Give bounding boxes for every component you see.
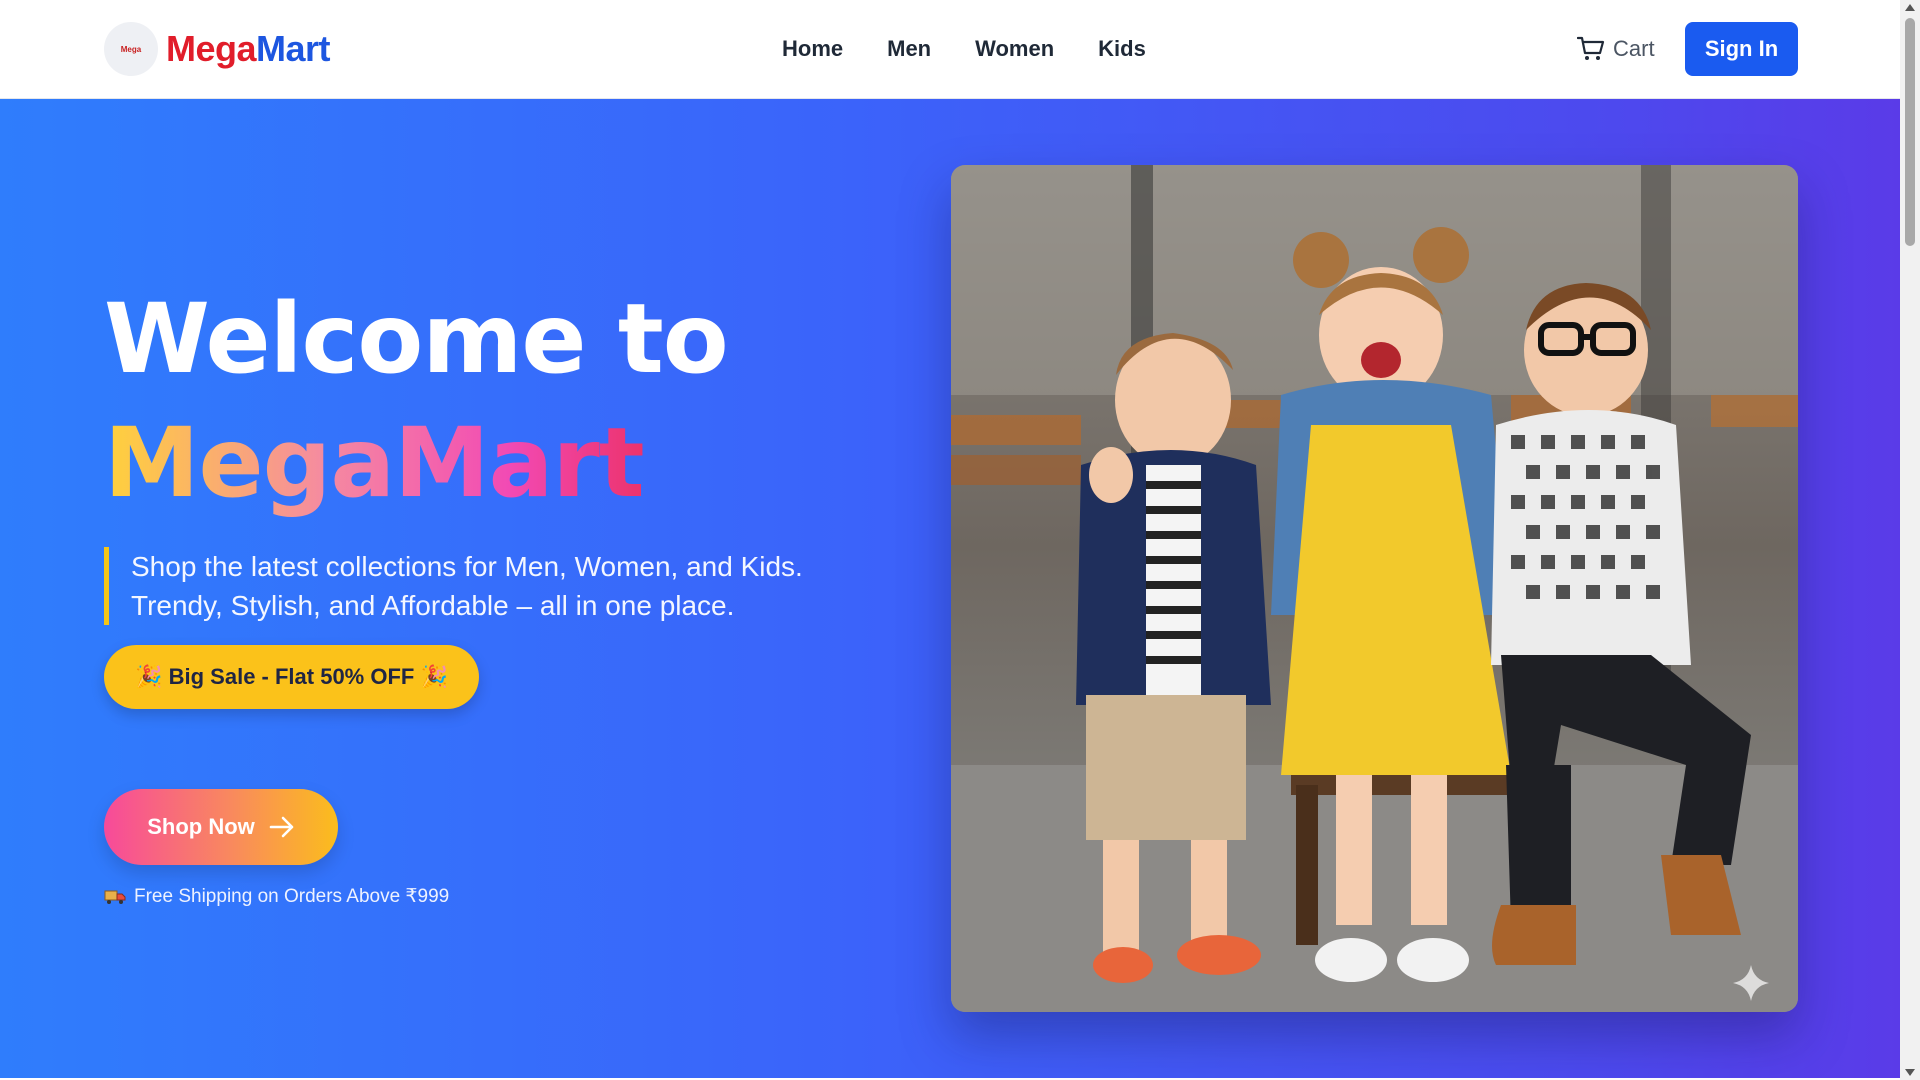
shipping-text: Free Shipping on Orders Above ₹999 [134,886,450,907]
hero-section: Welcome to MegaMart Shop the latest coll… [0,99,1900,1078]
hero-image-kids [951,165,1798,1012]
scroll-thumb[interactable] [1905,18,1915,246]
brand-logo-text: Mega [120,44,142,54]
shipping-note: Free Shipping on Orders Above ₹999 [104,885,449,908]
brand-name-mega: Mega [166,28,257,69]
nav-link-kids[interactable]: Kids [1098,36,1146,62]
cart-link[interactable]: Cart [1577,36,1655,62]
nav-link-men[interactable]: Men [887,36,931,62]
shop-now-label: Shop Now [147,814,255,839]
navbar: Mega MegaMart Home Men Women Kids Cart S… [0,0,1900,99]
hero-title: Welcome to MegaMart [104,277,729,525]
hero-title-line1: Welcome to [104,283,729,395]
arrow-right-icon [269,816,294,838]
main-nav: Home Men Women Kids [782,36,1146,62]
shopping-cart-icon [1577,36,1605,60]
brand-name: MegaMart [166,28,331,69]
shop-now-button[interactable]: Shop Now [104,789,338,865]
nav-link-women[interactable]: Women [975,36,1054,62]
scroll-up-icon[interactable] [1905,4,1915,11]
brand-logo: Mega [104,22,158,76]
nav-link-home[interactable]: Home [782,36,843,62]
hero-description: Shop the latest collections for Men, Wom… [104,547,894,625]
hero-title-brand: MegaMart [104,401,728,525]
delivery-truck-icon [104,890,126,904]
page-scrollbar[interactable] [1900,0,1920,1080]
sale-badge: 🎉 Big Sale - Flat 50% OFF 🎉 [104,645,479,709]
sign-in-button[interactable]: Sign In [1685,22,1798,76]
cart-label: Cart [1613,36,1655,61]
brand[interactable]: Mega MegaMart [104,22,331,76]
scroll-down-icon[interactable] [1905,1069,1915,1076]
brand-name-mart: Mart [256,28,331,69]
